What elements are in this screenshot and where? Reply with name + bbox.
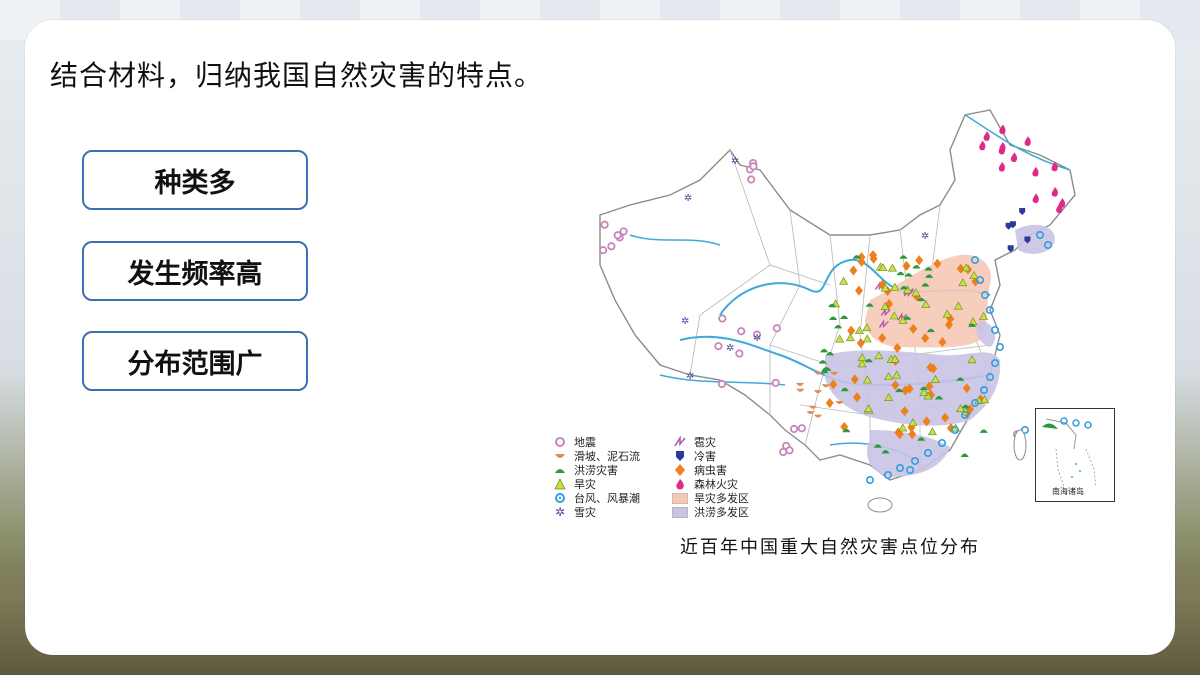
earthquake-marker — [718, 314, 727, 323]
earthquake-marker — [737, 327, 746, 336]
earthquake-marker — [600, 220, 609, 229]
fire-marker — [1024, 136, 1031, 146]
earthquake-marker — [771, 378, 780, 387]
snow-marker: ✲ — [731, 156, 739, 167]
earthquake-marker — [747, 175, 756, 184]
map-caption: 近百年中国重大自然灾害点位分布 — [680, 537, 980, 558]
flood-marker — [979, 429, 988, 433]
legend-label: 洪涝多发区 — [694, 506, 749, 519]
earthquake-marker — [779, 447, 788, 457]
earthquake-marker — [797, 424, 806, 433]
earthquake-marker — [714, 341, 723, 351]
legend-label: 雪灾 — [574, 506, 596, 519]
earthquake-marker — [789, 424, 799, 434]
answer-box-frequency[interactable]: 发生频率高 — [82, 241, 308, 301]
earthquake-marker — [619, 227, 628, 236]
snow-marker: ✲ — [684, 193, 692, 204]
earthquake-marker — [772, 324, 781, 333]
inset-label: 南海诸岛 — [1052, 486, 1084, 497]
legend-snow: ✲ 雪灾 — [552, 504, 596, 520]
fire-marker — [999, 124, 1006, 135]
island-taiwan — [1013, 429, 1027, 461]
snow-marker: ✲ — [686, 371, 694, 382]
question-text: 结合材料，归纳我国自然灾害的特点。 — [50, 59, 544, 92]
typhoon-marker — [995, 342, 1004, 351]
answer-box-distribution[interactable]: 分布范围广 — [82, 331, 308, 391]
answer-box-variety[interactable]: 种类多 — [82, 150, 308, 210]
snow-marker: ✲ — [726, 343, 734, 354]
earthquake-marker — [599, 246, 608, 255]
snow-marker: ✲ — [681, 316, 689, 327]
earthquake-marker — [717, 379, 727, 389]
legend-flood-region: 洪涝多发区 — [672, 504, 749, 520]
flood-region-northeast — [1015, 224, 1055, 254]
snow-marker: ✲ — [921, 231, 929, 242]
earthquake-marker — [749, 162, 758, 171]
snow-icon: ✲ — [554, 505, 566, 519]
flood-marker — [960, 453, 969, 457]
typhoon-marker — [865, 475, 874, 484]
earthquake-marker — [785, 446, 794, 455]
earthquake-marker — [607, 242, 616, 251]
snow-marker: ✲ — [753, 333, 761, 344]
earthquake-marker — [735, 349, 744, 358]
island-hainan — [867, 497, 893, 513]
